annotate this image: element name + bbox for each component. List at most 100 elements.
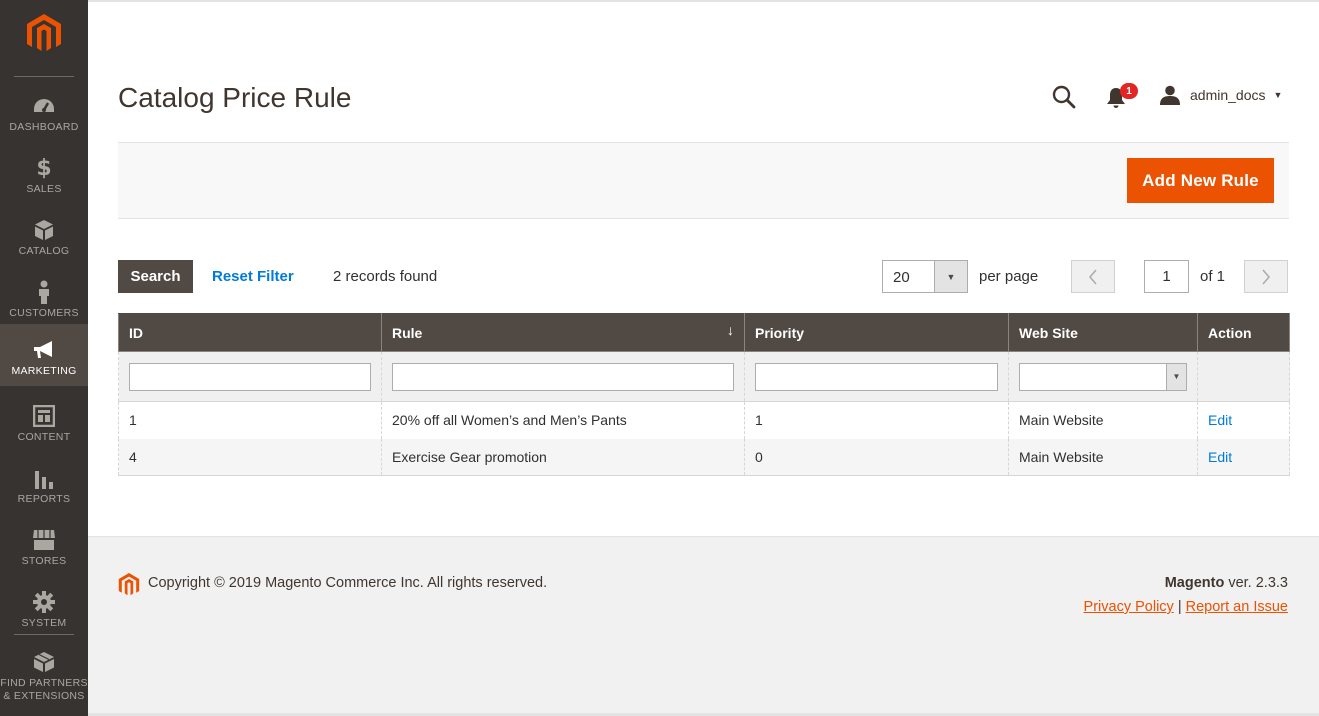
nav-catalog[interactable]: CATALOG [0,210,88,272]
nav-content[interactable]: CONTENT [0,396,88,458]
filter-row: ▼ [118,351,1290,402]
priority-filter-input[interactable] [755,362,998,391]
person-icon [32,280,56,304]
nav-label-line2: & EXTENSIONS [3,690,85,702]
filter-cell [381,351,745,402]
nav-label: DASHBOARD [9,121,79,133]
gear-icon [32,590,56,614]
filter-cell [118,351,382,402]
price-rules-grid: ID Rule ↓ Priority Web Site Action ▼ 1 20… [118,313,1290,476]
page-footer: Copyright © 2019 Magento Commerce Inc. A… [88,536,1319,716]
admin-sidebar: DASHBOARD $ SALES CATALOG CUSTOMERS MARK… [0,0,88,716]
sort-arrow-icon: ↓ [727,322,734,338]
edit-link[interactable]: Edit [1208,412,1232,428]
magento-logo[interactable] [0,14,88,64]
table-row[interactable]: 1 20% off all Women’s and Men’s Pants 1 … [118,401,1290,439]
version-text: Magento ver. 2.3.3 [1165,575,1288,591]
magento-logo-icon [27,14,61,51]
page-number-input[interactable] [1144,260,1189,293]
column-header-priority[interactable]: Priority [744,313,1009,352]
notification-badge: 1 [1120,83,1138,99]
chevron-left-icon [1088,268,1097,285]
previous-page-button[interactable] [1071,260,1115,293]
per-page-value: 20 [893,269,910,286]
notifications-button[interactable]: 1 [1106,83,1140,110]
user-menu[interactable]: admin_docs ▼ [1160,84,1282,106]
column-header-label: Rule [392,324,423,341]
bar-chart-icon [32,466,56,490]
table-row[interactable]: 4 Exercise Gear promotion 0 Main Website… [118,438,1290,476]
copyright-text: Copyright © 2019 Magento Commerce Inc. A… [148,575,548,591]
nav-stores[interactable]: STORES [0,520,88,582]
dollar-icon: $ [36,155,52,181]
filter-cell [744,351,1009,402]
next-page-button[interactable] [1244,260,1288,293]
edit-link[interactable]: Edit [1208,449,1232,465]
nav-label: SYSTEM [21,617,67,629]
cell-action: Edit [1197,401,1290,439]
nav-label: STORES [21,555,67,567]
nav-sales[interactable]: $ SALES [0,148,88,210]
nav-reports[interactable]: REPORTS [0,458,88,520]
extensions-icon [32,650,56,674]
nav-label: CONTENT [17,431,71,443]
cell-website: Main Website [1008,438,1198,476]
nav-label-line1: FIND PARTNERS [0,677,88,689]
chevron-down-icon[interactable]: ▼ [934,261,967,292]
column-header-action: Action [1197,313,1290,352]
user-icon [1160,85,1180,105]
store-icon [32,528,56,552]
chevron-right-icon [1262,268,1271,285]
page-title: Catalog Price Rule [118,82,352,113]
column-header-id[interactable]: ID [118,313,382,352]
per-page-select[interactable]: 20 ▼ [882,260,968,293]
website-filter-select[interactable]: ▼ [1019,362,1187,391]
chevron-down-icon: ▼ [1166,363,1186,390]
box-icon [32,218,56,242]
id-filter-input[interactable] [129,362,371,391]
filter-cell: ▼ [1008,351,1198,402]
nav-dashboard[interactable]: DASHBOARD [0,86,88,148]
reset-filter-link[interactable]: Reset Filter [212,268,294,285]
link-separator: | [1173,599,1186,615]
grid-header-row: ID Rule ↓ Priority Web Site Action [118,313,1290,352]
nav-label: MARKETING [11,365,77,377]
search-icon[interactable] [1051,84,1077,110]
dashboard-icon [32,94,56,118]
rule-filter-input[interactable] [392,362,734,391]
sidebar-divider [14,634,74,635]
nav-label: FIND PARTNERS & EXTENSIONS [0,677,88,703]
column-header-rule[interactable]: Rule ↓ [381,313,745,352]
page-total: of 1 [1200,268,1226,285]
sidebar-divider [14,76,74,77]
cell-priority: 1 [744,401,1009,439]
username: admin_docs [1190,87,1266,103]
records-count: 2 records found [333,268,438,285]
filter-cell [1197,351,1290,402]
cell-priority: 0 [744,438,1009,476]
add-new-rule-button[interactable]: Add New Rule [1127,158,1274,203]
nav-label: REPORTS [17,493,71,505]
cell-rule: 20% off all Women’s and Men’s Pants [381,401,745,439]
cell-id: 1 [118,401,382,439]
chevron-down-icon: ▼ [1273,90,1283,100]
version-number: ver. 2.3.3 [1224,575,1288,591]
megaphone-icon [32,338,56,362]
nav-marketing[interactable]: MARKETING [0,324,88,386]
magento-logo-icon [118,573,140,596]
nav-find-partners[interactable]: FIND PARTNERS & EXTENSIONS [0,642,88,716]
report-issue-link[interactable]: Report an Issue [1186,599,1288,615]
privacy-policy-link[interactable]: Privacy Policy [1084,599,1174,615]
nav-label: CUSTOMERS [9,307,79,319]
cell-action: Edit [1197,438,1290,476]
search-button[interactable]: Search [118,260,193,293]
nav-label: CATALOG [18,245,70,257]
brand-name: Magento [1164,575,1225,591]
per-page-label: per page [979,268,1039,285]
page-actions-bar: Add New Rule [118,142,1289,219]
cell-rule: Exercise Gear promotion [381,438,745,476]
top-border [88,0,1319,2]
footer-links: Privacy Policy | Report an Issue [1084,599,1288,615]
column-header-website[interactable]: Web Site [1008,313,1198,352]
cell-website: Main Website [1008,401,1198,439]
